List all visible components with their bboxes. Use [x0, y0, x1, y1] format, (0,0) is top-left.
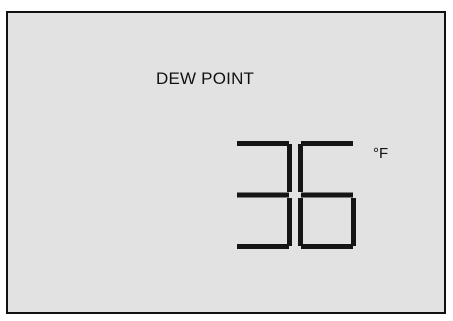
- seven-segment-digits: [237, 141, 356, 249]
- segment-d: [237, 244, 289, 249]
- segment-f: [298, 144, 303, 192]
- segment-g: [301, 192, 353, 198]
- segment-g: [237, 192, 289, 198]
- digit-tens: [237, 141, 292, 249]
- segment-e: [298, 198, 303, 246]
- segment-a: [237, 141, 289, 146]
- segment-d: [301, 244, 353, 249]
- segment-c: [351, 198, 356, 246]
- segment-c: [287, 198, 292, 246]
- segment-a: [301, 141, 353, 146]
- digit-ones: [298, 141, 356, 249]
- segment-b: [287, 144, 292, 192]
- lcd-display-panel: DEW POINT 36 °F: [6, 11, 446, 314]
